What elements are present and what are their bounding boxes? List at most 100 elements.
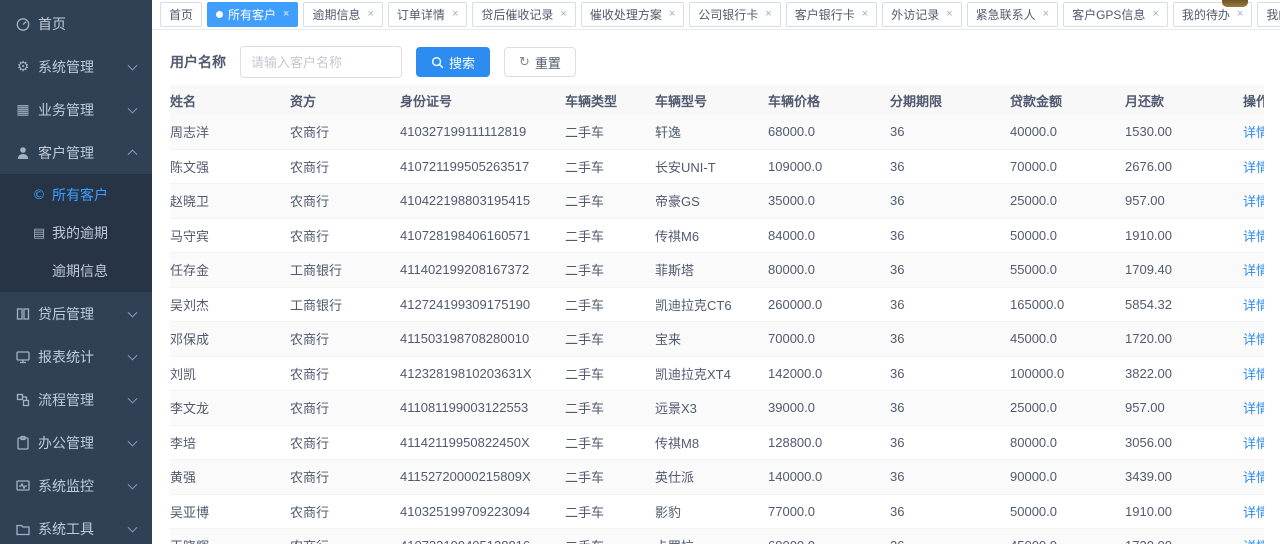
detail-link[interactable]: 详情 bbox=[1243, 367, 1264, 382]
sidebar-item-system-monitor[interactable]: 系统监控 bbox=[0, 464, 152, 507]
table-row: 刘凯 农商行 41232819810203631X 二手车 凯迪拉克XT4 14… bbox=[170, 357, 1264, 392]
tab-close-icon[interactable]: × bbox=[946, 9, 952, 20]
sidebar-item-label: 办公管理 bbox=[38, 433, 94, 453]
table-row: 任存金 工商银行 411402199208167372 二手车 菲斯塔 8000… bbox=[170, 253, 1264, 288]
search-button[interactable]: 搜索 bbox=[416, 47, 490, 77]
detail-link[interactable]: 详情 bbox=[1243, 194, 1264, 209]
tab-close-icon[interactable]: × bbox=[452, 9, 458, 20]
tab[interactable]: 紧急联系人 × bbox=[967, 2, 1058, 27]
tab[interactable]: 客户GPS信息 × bbox=[1063, 2, 1168, 27]
tab-close-icon[interactable]: × bbox=[862, 9, 868, 20]
cell-name: 马守宾 bbox=[170, 226, 290, 245]
tab[interactable]: 订单详情 × bbox=[388, 2, 467, 27]
tab[interactable]: 所有客户 × bbox=[207, 2, 298, 27]
table-row: 黄强 农商行 41152720000215809X 二手车 英仕派 140000… bbox=[170, 460, 1264, 495]
sidebar-item-system-tools[interactable]: 系统工具 bbox=[0, 507, 152, 544]
sidebar-item-postloan-mgmt[interactable]: 贷后管理 bbox=[0, 292, 152, 335]
cell-vehicle-model: 卡罗拉 bbox=[655, 536, 768, 544]
tab[interactable]: 我的流程 × bbox=[1257, 2, 1280, 27]
detail-link[interactable]: 详情 bbox=[1243, 229, 1264, 244]
cell-funder: 农商行 bbox=[290, 398, 400, 417]
sidebar-item-system-mgmt[interactable]: ⚙ 系统管理 bbox=[0, 45, 152, 88]
cell-monthly-payment: 1530.00 bbox=[1125, 124, 1243, 139]
cell-vehicle-price: 35000.0 bbox=[768, 193, 890, 208]
tab-close-icon[interactable]: × bbox=[1043, 9, 1049, 20]
table-row: 李培 农商行 41142119950822450X 二手车 传祺M8 12880… bbox=[170, 426, 1264, 461]
cell-vehicle-price: 260000.0 bbox=[768, 297, 890, 312]
tab-close-icon[interactable]: × bbox=[560, 9, 566, 20]
detail-link[interactable]: 详情 bbox=[1243, 539, 1264, 544]
cell-term: 36 bbox=[890, 366, 1010, 381]
avatar[interactable] bbox=[1222, 0, 1248, 7]
cell-vehicle-model: 凯迪拉克XT4 bbox=[655, 364, 768, 383]
cell-funder: 农商行 bbox=[290, 226, 400, 245]
main-area: 首页 所有客户 × 逾期信息 × 订单详情 × 贷后催收记录 bbox=[152, 0, 1280, 544]
sidebar-item-report-stats[interactable]: 报表统计 bbox=[0, 335, 152, 378]
cell-vehicle-model: 传祺M6 bbox=[655, 226, 768, 245]
tab[interactable]: 外访记录 × bbox=[882, 2, 961, 27]
col-header-name: 姓名 bbox=[170, 91, 290, 110]
tab[interactable]: 客户银行卡 × bbox=[786, 2, 877, 27]
sidebar-item-all-customers[interactable]: © 所有客户 bbox=[0, 176, 152, 214]
detail-link[interactable]: 详情 bbox=[1243, 125, 1264, 140]
table-row: 王晓辉 农商行 410723199405128816 二手车 卡罗拉 69000… bbox=[170, 529, 1264, 544]
sidebar-item-business-mgmt[interactable]: ▦ 业务管理 bbox=[0, 88, 152, 131]
cell-term: 36 bbox=[890, 228, 1010, 243]
sidebar-item-overdue-info[interactable]: 逾期信息 bbox=[0, 252, 152, 290]
grid-icon: ▦ bbox=[15, 102, 31, 118]
tab-close-icon[interactable]: × bbox=[283, 9, 289, 20]
tab-close-icon[interactable]: × bbox=[1152, 9, 1158, 20]
chevron-down-icon bbox=[128, 350, 138, 360]
sidebar-item-process-mgmt[interactable]: 流程管理 bbox=[0, 378, 152, 421]
cell-id-number: 410422198803195415 bbox=[400, 193, 565, 208]
table-header: 姓名 资方 身份证号 车辆类型 车辆型号 车辆价格 分期期限 贷款金额 月还款 … bbox=[170, 85, 1264, 115]
detail-link[interactable]: 详情 bbox=[1243, 332, 1264, 347]
cell-vehicle-type: 二手车 bbox=[565, 536, 655, 544]
cell-vehicle-price: 70000.0 bbox=[768, 331, 890, 346]
cell-vehicle-price: 140000.0 bbox=[768, 469, 890, 484]
detail-link[interactable]: 详情 bbox=[1243, 401, 1264, 416]
tab-label: 公司银行卡 bbox=[698, 6, 758, 23]
tab[interactable]: 催收处理方案 × bbox=[581, 2, 684, 27]
cell-vehicle-model: 传祺M8 bbox=[655, 433, 768, 452]
sidebar-subitem-label: 所有客户 bbox=[52, 185, 108, 205]
sidebar-item-customer-mgmt[interactable]: 客户管理 bbox=[0, 131, 152, 174]
customer-name-input[interactable] bbox=[240, 46, 402, 78]
detail-link[interactable]: 详情 bbox=[1243, 436, 1264, 451]
tab-label: 客户GPS信息 bbox=[1072, 6, 1145, 23]
chevron-down-icon bbox=[128, 436, 138, 446]
sidebar-item-home[interactable]: 首页 bbox=[0, 2, 152, 45]
detail-link[interactable]: 详情 bbox=[1243, 470, 1264, 485]
sidebar-item-label: 贷后管理 bbox=[38, 304, 94, 324]
table-row: 马守宾 农商行 410728198406160571 二手车 传祺M6 8400… bbox=[170, 219, 1264, 254]
tab-close-icon[interactable]: × bbox=[1237, 9, 1243, 20]
cell-vehicle-model: 长安UNI-T bbox=[655, 157, 768, 176]
tab-close-icon[interactable]: × bbox=[669, 9, 675, 20]
tab[interactable]: 公司银行卡 × bbox=[689, 2, 780, 27]
reset-button[interactable]: ↻ 重置 bbox=[504, 47, 576, 77]
cell-monthly-payment: 1709.40 bbox=[1125, 262, 1243, 277]
search-toolbar: 用户名称 搜索 ↻ 重置 bbox=[170, 46, 1264, 78]
cell-vehicle-type: 二手车 bbox=[565, 226, 655, 245]
cell-vehicle-model: 宝来 bbox=[655, 329, 768, 348]
cell-monthly-payment: 3822.00 bbox=[1125, 366, 1243, 381]
cell-name: 周志洋 bbox=[170, 122, 290, 141]
cell-vehicle-price: 142000.0 bbox=[768, 366, 890, 381]
columns-icon bbox=[15, 306, 31, 322]
cell-funder: 农商行 bbox=[290, 122, 400, 141]
sidebar-item-my-overdue[interactable]: ▤ 我的逾期 bbox=[0, 214, 152, 252]
sidebar-item-office-mgmt[interactable]: 办公管理 bbox=[0, 421, 152, 464]
tab-close-icon[interactable]: × bbox=[765, 9, 771, 20]
detail-link[interactable]: 详情 bbox=[1243, 298, 1264, 313]
tab[interactable]: 逾期信息 × bbox=[303, 2, 382, 27]
cell-vehicle-price: 84000.0 bbox=[768, 228, 890, 243]
detail-link[interactable]: 详情 bbox=[1243, 160, 1264, 175]
tab-close-icon[interactable]: × bbox=[367, 9, 373, 20]
cell-name: 李培 bbox=[170, 433, 290, 452]
tab[interactable]: 贷后催收记录 × bbox=[472, 2, 575, 27]
cell-loan-amount: 25000.0 bbox=[1010, 193, 1125, 208]
cell-loan-amount: 100000.0 bbox=[1010, 366, 1125, 381]
tab[interactable]: 首页 bbox=[160, 2, 202, 27]
detail-link[interactable]: 详情 bbox=[1243, 263, 1264, 278]
detail-link[interactable]: 详情 bbox=[1243, 505, 1264, 520]
